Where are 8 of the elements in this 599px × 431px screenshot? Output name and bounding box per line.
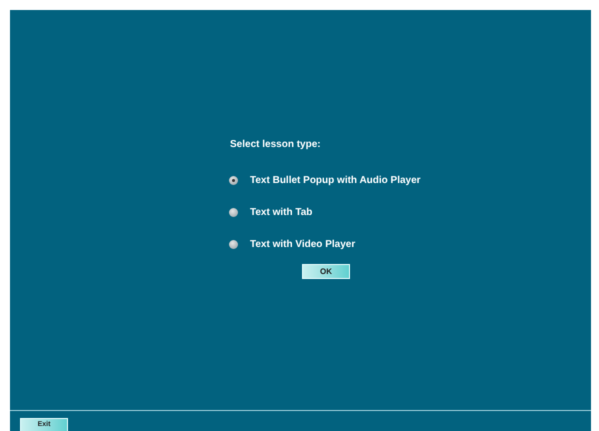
radio-button[interactable] [229, 240, 238, 248]
option-label[interactable]: Text with Video Player [250, 236, 356, 252]
radio-button[interactable] [229, 176, 238, 184]
ok-button[interactable]: OK [302, 264, 350, 279]
option-label[interactable]: Text with Tab [250, 204, 312, 220]
prompt-text: Select lesson type: [230, 138, 322, 151]
option-label[interactable]: Text Bullet Popup with Audio Player [250, 172, 421, 188]
radio-button[interactable] [229, 208, 238, 216]
